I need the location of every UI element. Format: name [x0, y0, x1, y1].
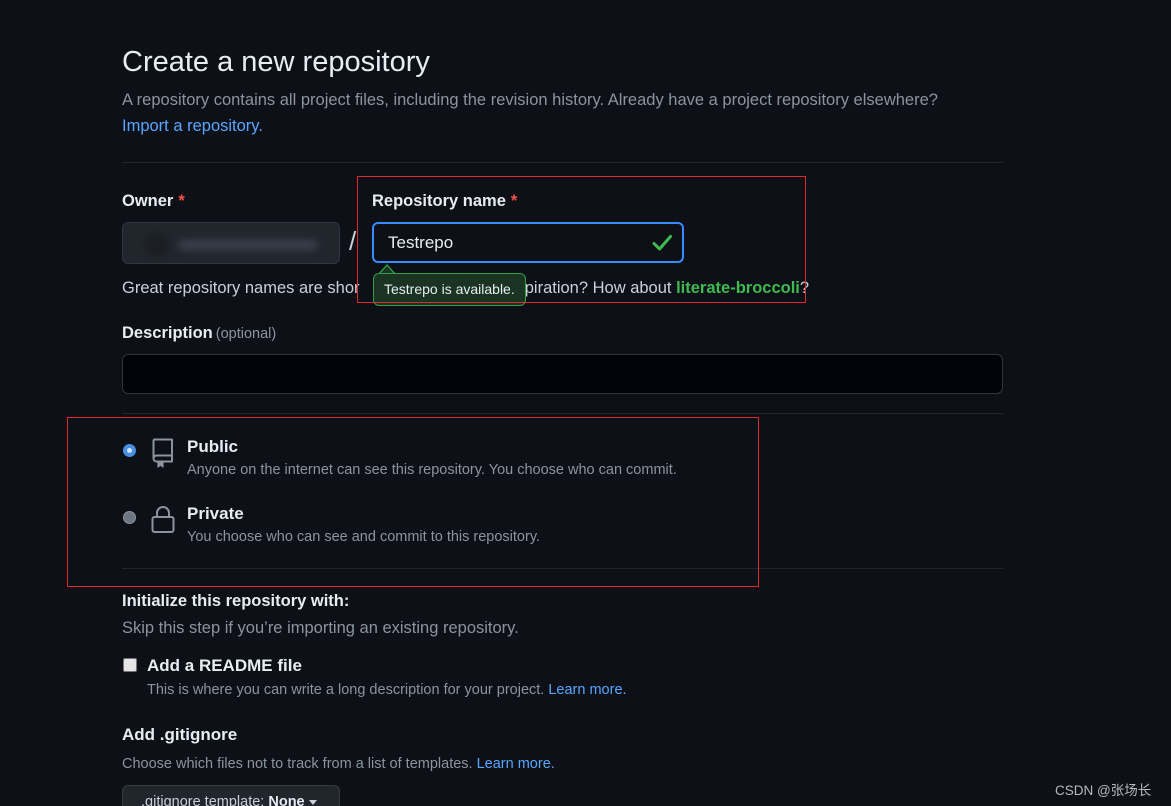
- optional-tag: (optional): [215, 326, 277, 342]
- annotation-box-repo-name: [357, 176, 806, 303]
- gitignore-learn-more-link[interactable]: Learn more.: [477, 756, 555, 772]
- watermark: CSDN @张场长: [1055, 783, 1152, 798]
- initialize-subtitle: Skip this step if you’re importing an ex…: [122, 619, 519, 637]
- owner-select[interactable]: [122, 222, 340, 264]
- owner-avatar: [145, 233, 169, 257]
- description-divider: [122, 413, 1003, 414]
- readme-checkbox[interactable]: [123, 658, 137, 672]
- caret-down-icon: [308, 799, 317, 805]
- initialize-title: Initialize this repository with:: [122, 592, 350, 610]
- annotation-box-visibility: [67, 417, 759, 587]
- description-label: Description (optional): [122, 324, 277, 342]
- header-divider: [122, 162, 1003, 163]
- description-input[interactable]: [122, 354, 1003, 394]
- import-repository-link[interactable]: Import a repository.: [122, 117, 263, 136]
- required-mark: *: [178, 192, 185, 210]
- owner-name-redacted: [178, 240, 318, 250]
- owner-label: Owner *: [122, 192, 185, 210]
- readme-description: This is where you can write a long descr…: [147, 682, 627, 698]
- gitignore-description: Choose which files not to track from a l…: [122, 756, 555, 772]
- owner-repo-separator: /: [349, 226, 357, 256]
- create-repository-page: Create a new repository A repository con…: [0, 0, 1171, 806]
- page-title: Create a new repository: [122, 46, 430, 78]
- readme-label[interactable]: Add a README file: [147, 656, 302, 676]
- page-subtitle: A repository contains all project files,…: [122, 91, 938, 109]
- gitignore-template-button[interactable]: .gitignore template: None: [122, 785, 340, 806]
- readme-learn-more-link[interactable]: Learn more.: [548, 682, 626, 698]
- gitignore-title: Add .gitignore: [122, 725, 238, 744]
